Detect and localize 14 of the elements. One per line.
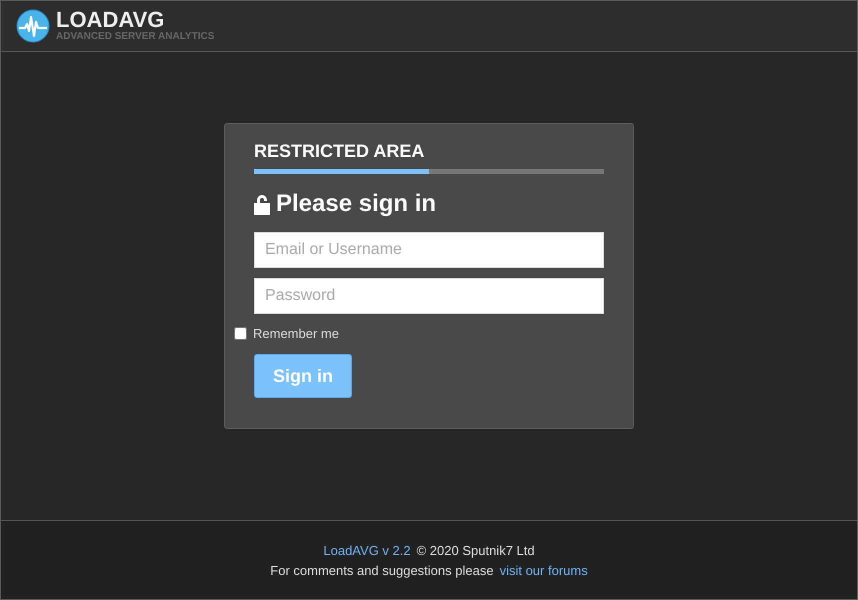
app-subtitle: ADVANCED SERVER ANALYTICS <box>56 31 214 43</box>
version-link[interactable]: LoadAVG v 2.2 <box>323 542 411 558</box>
sign-in-title: Please sign in <box>276 190 436 218</box>
password-field[interactable]: Password <box>254 278 604 314</box>
copyright-text: © 2020 Sputnik7 Ltd <box>416 542 535 558</box>
username-field[interactable]: Email or Username <box>254 232 604 268</box>
comment-text: For comments and suggestions please <box>270 562 494 578</box>
unlocked-padlock-icon <box>254 194 270 214</box>
pulse-logo-icon <box>16 9 50 43</box>
remember-checkbox[interactable] <box>234 327 247 340</box>
remember-label: Remember me <box>253 326 339 341</box>
forums-link[interactable]: visit our forums <box>500 562 588 578</box>
app-title: LOADAVG <box>56 9 166 31</box>
section-heading: RESTRICTED AREA <box>254 140 426 162</box>
